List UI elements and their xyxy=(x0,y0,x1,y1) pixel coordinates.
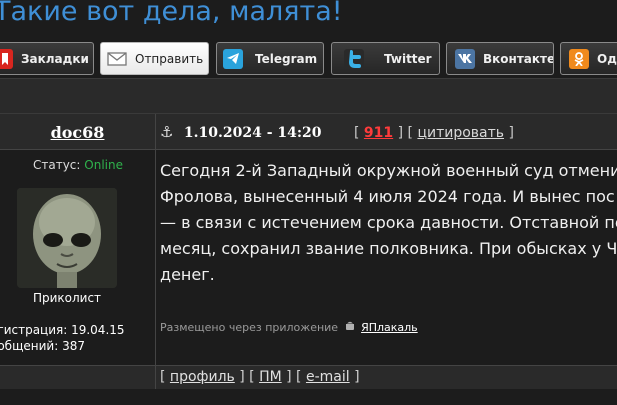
avatar[interactable] xyxy=(17,188,117,288)
post-line: денег. xyxy=(160,265,215,284)
pm-link[interactable]: ПМ xyxy=(259,369,282,385)
telegram-label: Telegram xyxy=(255,51,318,66)
status-line: Статус: Online xyxy=(0,158,156,172)
post-line: месяц, сохранил звание полковника. При о… xyxy=(160,239,617,258)
user-rank: Приколист xyxy=(32,291,102,305)
profile-link[interactable]: профиль xyxy=(170,369,235,385)
post-date: 1.10.2024 - 14:20 xyxy=(183,125,322,141)
author-link[interactable]: doc68 xyxy=(51,123,105,142)
vk-label: Вконтакте xyxy=(483,51,554,66)
bookmarks-label: Закладки xyxy=(21,51,89,66)
send-label: Отправить xyxy=(135,51,204,66)
envelope-icon xyxy=(107,49,127,69)
registration-date: егистрация: 19.04.15 xyxy=(0,323,125,337)
bracket: [ xyxy=(354,125,360,141)
post-line: — в связи с истечением срока давности. О… xyxy=(160,213,617,232)
topic-title: Такие вот дела, малята! xyxy=(0,0,343,27)
post-text: Сегодня 2-й Западный окружной военный су… xyxy=(160,158,617,288)
message-count: ообщений: 387 xyxy=(0,339,85,353)
post-number-link[interactable]: 911 xyxy=(364,125,393,141)
post-line: Фролова, вынесенный 4 июля 2024 года. И … xyxy=(160,187,615,206)
ok-button[interactable]: Од xyxy=(560,42,617,75)
telegram-icon xyxy=(223,48,243,69)
vk-button[interactable]: Вконтакте xyxy=(446,42,554,75)
post-body: Статус: Online Приколист егистрация: 19.… xyxy=(0,150,617,365)
send-button[interactable]: Отправить xyxy=(100,42,209,75)
toolbar-band xyxy=(0,78,617,114)
footer-links: [ профиль ] [ ПМ ] [ e-mail ] xyxy=(160,369,360,385)
email-link[interactable]: e-mail xyxy=(306,369,350,385)
bracket: ] [ xyxy=(234,369,260,385)
bracket: ] [ xyxy=(397,125,413,141)
post-header: doc68 ⚓ 1.10.2024 - 14:20 [ 911 ] [ цити… xyxy=(0,114,617,150)
status-value: Online xyxy=(84,158,123,172)
vk-icon xyxy=(455,48,475,69)
ok-label: Од xyxy=(597,51,617,66)
posted-via-label: Размещено через приложение xyxy=(160,321,339,334)
footer-left-cell xyxy=(0,366,156,390)
bracket: ] [ xyxy=(281,369,306,385)
post-line: Сегодня 2-й Западный окружной военный су… xyxy=(160,161,617,180)
anchor-icon[interactable]: ⚓ xyxy=(160,123,173,141)
status-label: Статус: xyxy=(32,158,81,172)
user-stats: егистрация: 19.04.15 ообщений: 387 xyxy=(0,322,125,354)
bracket: ] xyxy=(349,369,360,385)
bracket: ] xyxy=(508,125,514,141)
odnoklassniki-icon xyxy=(569,48,589,69)
bookmark-icon xyxy=(0,48,13,69)
posted-via: Размещено через приложение ЯПлакаль xyxy=(160,320,418,334)
android-icon xyxy=(345,321,359,334)
user-info-column: Статус: Online Приколист егистрация: 19.… xyxy=(0,150,156,365)
app-link[interactable]: ЯПлакаль xyxy=(361,321,418,334)
bottom-strip xyxy=(0,389,617,405)
telegram-button[interactable]: Telegram xyxy=(216,42,324,75)
alien-avatar-icon xyxy=(17,188,117,288)
share-bar: Закладки Отправить Telegram Twitter Вкон… xyxy=(0,42,617,76)
twitter-icon xyxy=(344,48,364,69)
quote-link[interactable]: цитировать xyxy=(417,125,504,141)
author-cell: doc68 xyxy=(0,114,156,150)
twitter-label: Twitter xyxy=(384,51,432,66)
bracket: [ xyxy=(160,369,170,385)
bookmarks-button[interactable]: Закладки xyxy=(0,42,94,75)
twitter-button[interactable]: Twitter xyxy=(331,42,440,75)
post-meta: ⚓ 1.10.2024 - 14:20 [ 911 ] [ цитировать… xyxy=(160,123,514,141)
post-footer: [ профиль ] [ ПМ ] [ e-mail ] xyxy=(0,365,617,390)
